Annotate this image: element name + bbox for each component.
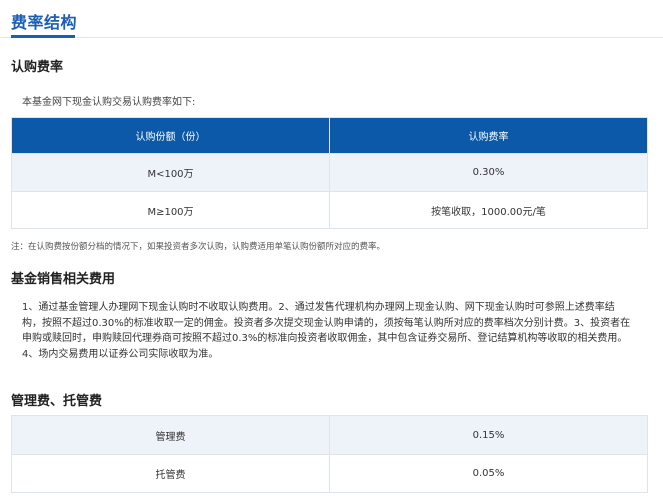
sales-heading: 基金销售相关费用	[11, 272, 116, 287]
subscription-heading: 认购费率	[11, 60, 64, 75]
table-row: M<100万 0.30%	[11, 153, 648, 192]
table-cell: M<100万	[11, 153, 330, 192]
column-header-rate: 认购费率	[329, 117, 648, 154]
table-header-row: 认购份额（份） 认购费率	[11, 117, 648, 154]
title-underline	[11, 35, 75, 38]
table-cell: 0.30%	[329, 153, 648, 192]
table-cell: 托管费	[11, 454, 330, 493]
subscription-fee-table: 认购份额（份） 认购费率 M<100万 0.30% M≥100万 按笔收取，10…	[11, 117, 648, 229]
management-fee-table: 管理费 0.15% 托管费 0.05%	[11, 415, 648, 493]
table-cell: M≥100万	[11, 191, 330, 229]
subscription-note: 注：在认购费按份额分档的情况下，如果投资者多次认购，认购费适用单笔认购份额所对应…	[11, 242, 386, 252]
title-divider	[0, 37, 663, 38]
table-cell: 0.05%	[329, 454, 648, 493]
table-row: M≥100万 按笔收取，1000.00元/笔	[11, 191, 648, 229]
sales-description: 1、通过基金管理人办理网下现金认购时不收取认购费用。2、通过发售代理机构办理网上…	[22, 302, 631, 360]
table-cell: 按笔收取，1000.00元/笔	[329, 191, 648, 229]
table-row: 管理费 0.15%	[11, 415, 648, 455]
page-title: 费率结构	[11, 13, 78, 32]
table-cell: 管理费	[11, 415, 330, 455]
table-row: 托管费 0.05%	[11, 454, 648, 493]
table-cell: 0.15%	[329, 415, 648, 455]
column-header-share: 认购份额（份）	[11, 117, 330, 154]
management-heading: 管理费、托管费	[11, 394, 103, 409]
subscription-intro: 本基金网下现金认购交易认购费率如下:	[22, 97, 196, 108]
